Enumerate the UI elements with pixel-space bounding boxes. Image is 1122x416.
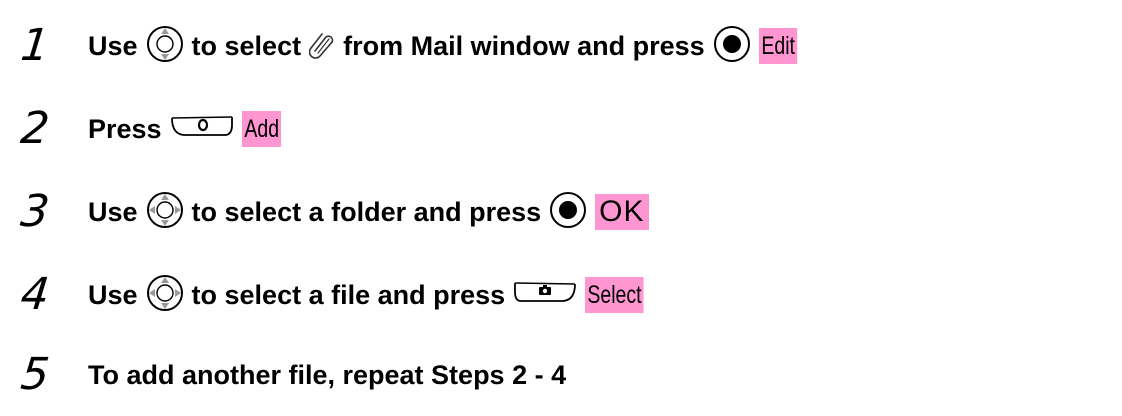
step-text: To add another file, repeat Steps 2 - 4 <box>88 359 567 390</box>
step-text: Use <box>88 30 138 61</box>
left-soft-key-icon <box>170 114 234 145</box>
step-1-instruction: Use to select from Mail window and press <box>88 13 808 79</box>
step-text: Use <box>88 196 138 227</box>
attachment-paperclip-icon <box>308 29 335 64</box>
softkey-label-ok: OK <box>595 194 649 230</box>
step-5-instruction: To add another file, repeat Steps 2 - 4 <box>88 342 566 408</box>
center-select-key-icon <box>713 25 751 68</box>
step-number: 4 <box>18 269 52 320</box>
step-number: 2 <box>18 103 52 154</box>
step-text: to select <box>191 30 302 61</box>
center-select-key-icon <box>549 191 587 234</box>
step-text: from Mail window and press <box>343 30 705 61</box>
right-soft-key-camera-icon <box>513 280 577 311</box>
step-number: 5 <box>18 349 52 400</box>
step-2-instruction: Press Add <box>88 96 292 162</box>
softkey-label-select: Select <box>585 277 645 313</box>
step-text: Press <box>88 113 162 144</box>
step-number: 1 <box>18 20 52 71</box>
softkey-label-edit: Edit <box>758 28 797 64</box>
step-text: Use <box>88 279 138 310</box>
softkey-label-add: Add <box>241 111 281 147</box>
navigation-key-four-way-icon <box>146 274 184 317</box>
step-text: to select a file and press <box>191 279 506 310</box>
navigation-key-up-down-icon <box>146 25 184 68</box>
navigation-key-four-way-icon <box>146 191 184 234</box>
step-4-instruction: Use to select a file and press Select <box>88 262 661 328</box>
step-text: to select a folder and press <box>191 196 542 227</box>
step-number: 3 <box>18 186 52 237</box>
step-3-instruction: Use to select a folder and press OK <box>88 179 649 245</box>
